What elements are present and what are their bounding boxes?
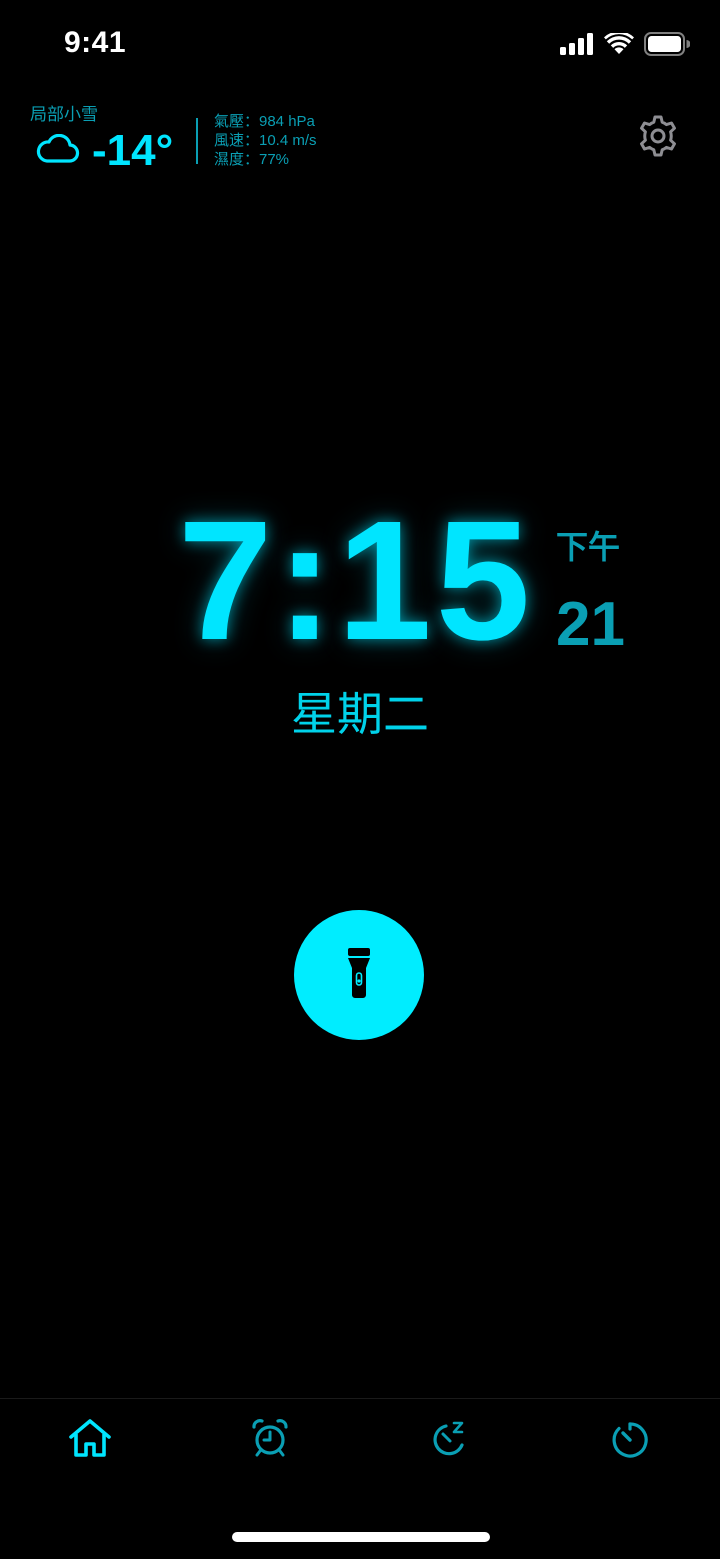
weather-condition: 局部小雪 <box>30 105 98 124</box>
status-bar: 9:41 <box>0 0 720 90</box>
weather-humidity: 濕度：77% <box>214 151 290 168</box>
cellular-signal-icon <box>560 33 594 60</box>
cloud-icon <box>36 133 80 169</box>
battery-icon <box>644 32 691 61</box>
wifi-icon <box>604 31 634 60</box>
flashlight-button[interactable] <box>294 910 424 1040</box>
weather-main: -14° <box>36 126 173 176</box>
clock-seconds: 21 <box>556 590 625 659</box>
clock-ampm: 下午 <box>556 529 621 565</box>
timer-icon <box>610 1418 650 1463</box>
weather-wind: 風速：10.4 m/s <box>214 132 317 149</box>
tab-timer[interactable] <box>602 1417 658 1463</box>
weather-pressure: 氣壓：984 hPa <box>214 113 315 130</box>
weather-details: 氣壓：984 hPa 風速：10.4 m/s 濕度：77% <box>214 112 317 169</box>
weather-temperature: -14° <box>92 126 174 175</box>
sleep-timer-icon <box>430 1418 470 1463</box>
settings-button[interactable] <box>636 114 680 163</box>
weather-divider <box>196 118 198 164</box>
gear-icon <box>636 114 680 163</box>
tab-home[interactable] <box>62 1417 118 1463</box>
status-icons <box>560 31 691 61</box>
clock-time: 7:15 <box>178 486 535 676</box>
tab-sleep[interactable] <box>422 1417 478 1463</box>
alarm-clock-icon <box>250 1418 290 1463</box>
home-indicator[interactable] <box>232 1532 490 1542</box>
status-time: 9:41 <box>64 26 127 59</box>
flashlight-icon <box>346 946 372 1005</box>
home-icon <box>68 1418 112 1463</box>
clock-weekday: 星期二 <box>291 688 429 740</box>
tab-alarm[interactable] <box>242 1417 298 1463</box>
